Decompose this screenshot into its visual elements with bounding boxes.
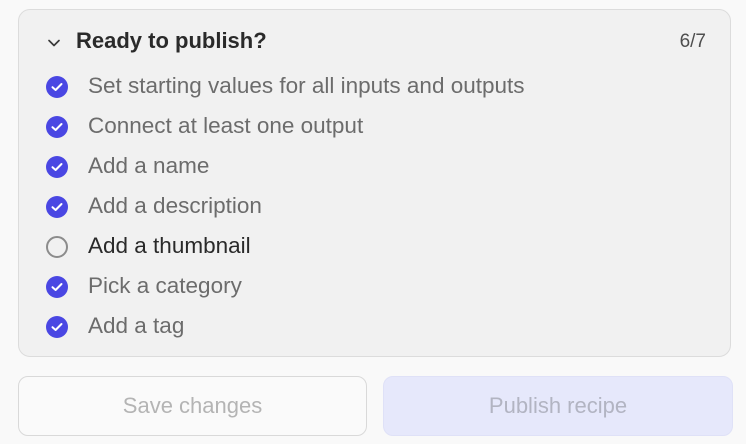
- checklist-item-name: Add a name: [19, 146, 730, 186]
- checklist-item-label[interactable]: Add a thumbnail: [88, 233, 251, 259]
- checklist-title: Ready to publish?: [76, 28, 267, 53]
- checklist-item-label: Pick a category: [88, 273, 242, 298]
- save-changes-button[interactable]: Save changes: [18, 376, 367, 436]
- check-circle-icon: [46, 116, 68, 138]
- check-circle-icon: [46, 196, 68, 218]
- checklist-item-label: Set starting values for all inputs and o…: [88, 73, 525, 98]
- check-circle-icon: [46, 316, 68, 338]
- checklist-header[interactable]: Ready to publish? 6/7: [19, 10, 730, 74]
- checklist-item-label: Add a tag: [88, 313, 185, 338]
- checklist-item-label: Add a name: [88, 153, 210, 178]
- empty-circle-icon: [46, 236, 68, 258]
- check-circle-icon: [46, 156, 68, 178]
- publish-checklist-panel: Ready to publish? 6/7 Set starting value…: [18, 9, 731, 357]
- checklist-item-label: Add a description: [88, 193, 262, 218]
- checklist-item-category: Pick a category: [19, 266, 730, 306]
- checklist-item-thumbnail[interactable]: Add a thumbnail: [19, 226, 730, 266]
- checklist-progress-count: 6/7: [679, 31, 706, 52]
- check-circle-icon: [46, 276, 68, 298]
- checklist-item-starting-values: Set starting values for all inputs and o…: [19, 66, 730, 106]
- check-circle-icon: [46, 76, 68, 98]
- checklist-item-description: Add a description: [19, 186, 730, 226]
- checklist-items: Set starting values for all inputs and o…: [19, 66, 730, 346]
- checklist-item-connect-output: Connect at least one output: [19, 106, 730, 146]
- checklist-item-tag: Add a tag: [19, 306, 730, 346]
- chevron-down-icon[interactable]: [46, 35, 62, 51]
- checklist-item-label: Connect at least one output: [88, 113, 364, 138]
- publish-recipe-button[interactable]: Publish recipe: [383, 376, 733, 436]
